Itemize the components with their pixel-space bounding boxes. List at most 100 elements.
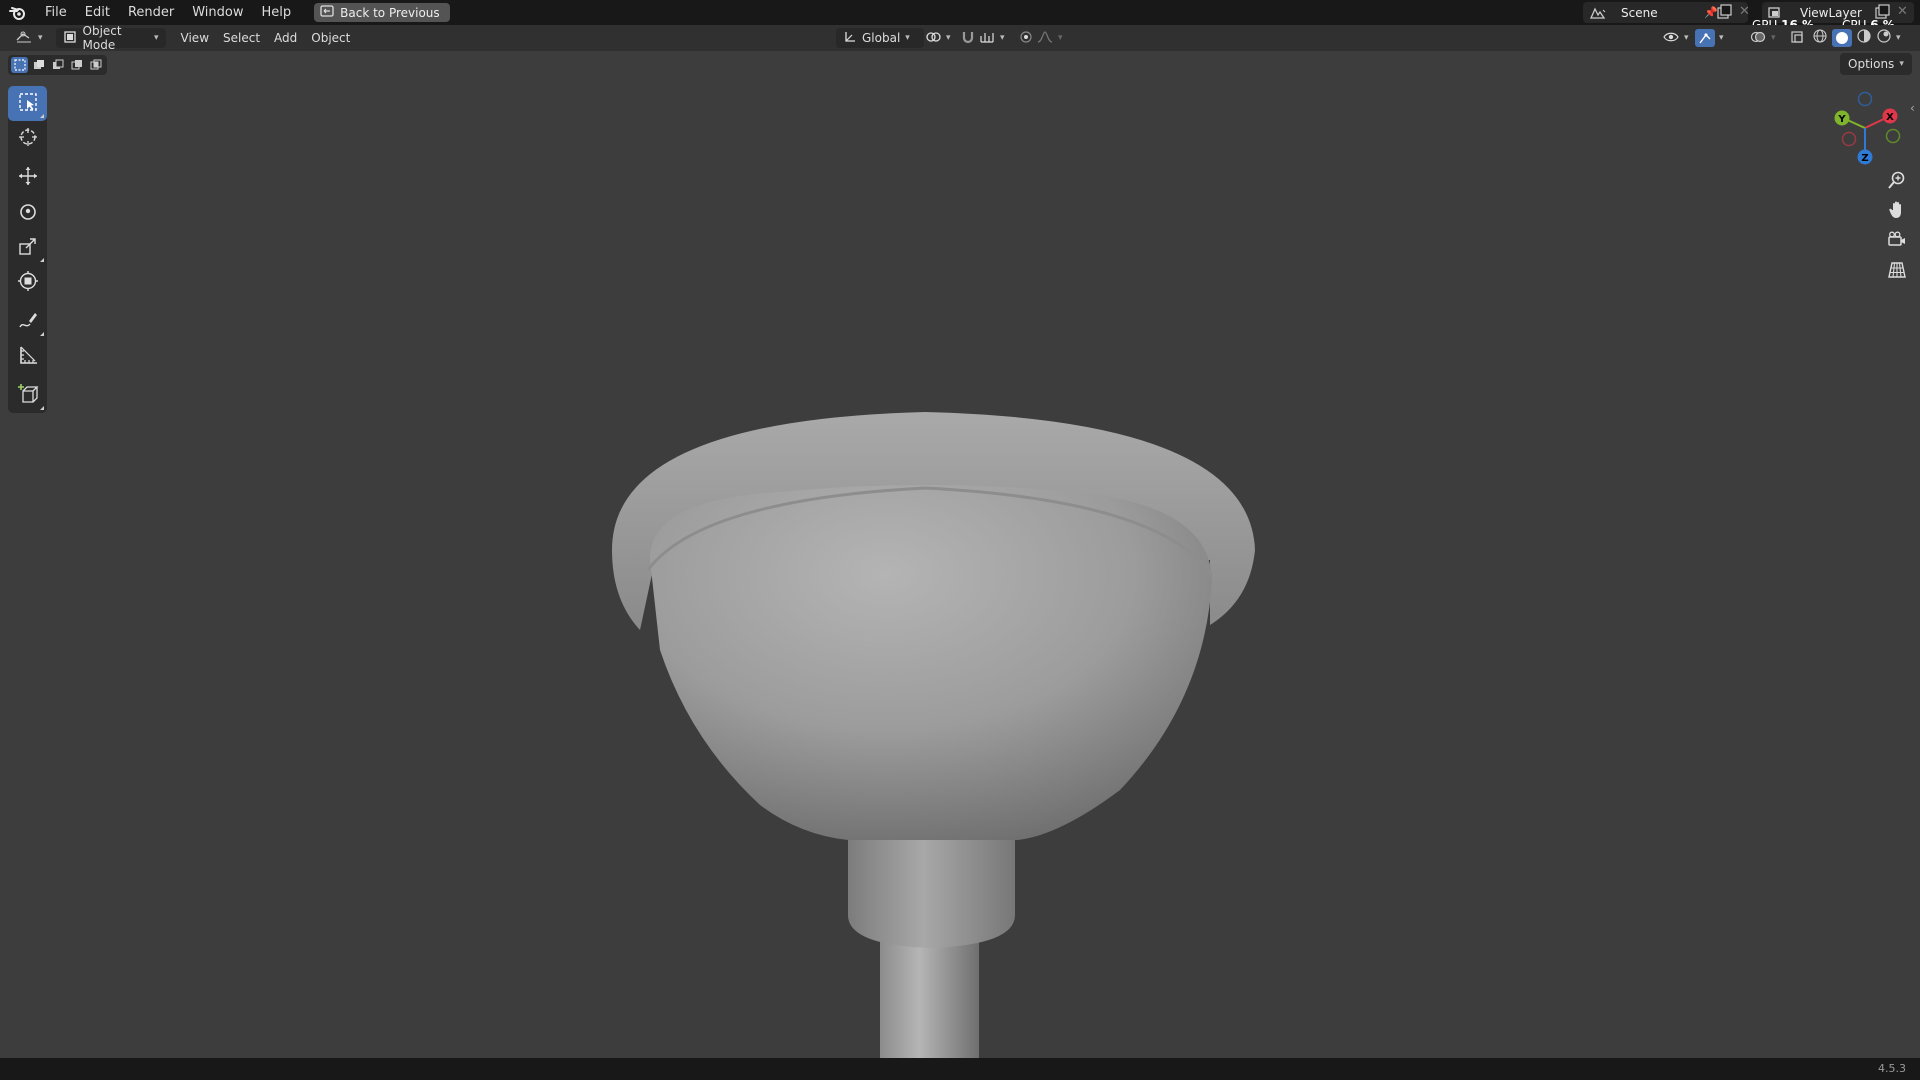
tool-variant-corner: [40, 258, 44, 262]
snap-target-dropdown[interactable]: ▾: [972, 28, 1012, 48]
select-box-tool[interactable]: [8, 86, 47, 121]
status-bar: 4.5.3: [0, 1058, 1920, 1080]
object-mode-icon: [63, 30, 77, 47]
transform-orientation-dropdown[interactable]: Global ▾: [836, 28, 924, 48]
perspective-toggle-button[interactable]: [1883, 258, 1911, 286]
neg-x-axis-handle[interactable]: [1841, 131, 1857, 147]
overlays-icon: [1750, 30, 1766, 47]
solid-shading-icon[interactable]: [1832, 29, 1852, 47]
xray-toggle[interactable]: [1788, 28, 1806, 48]
transform-icon: [17, 270, 39, 296]
zoom-magnifier-icon: [1887, 170, 1907, 194]
material-preview-icon[interactable]: [1856, 28, 1872, 48]
cursor-icon: [17, 126, 39, 152]
viewport-header: ▾ Object Mode ▾ View Select Add Object Gl…: [0, 24, 1920, 52]
cursor-tool[interactable]: [8, 121, 47, 156]
menu-render[interactable]: Render: [119, 0, 183, 25]
blender-logo-icon[interactable]: [0, 0, 36, 25]
rotate-icon: [17, 200, 39, 226]
xray-icon: [1790, 30, 1804, 47]
gizmo-icon: [1695, 29, 1715, 47]
pan-button[interactable]: [1883, 198, 1911, 226]
viewport-editor-icon: [15, 30, 33, 47]
falloff-curve-icon: [1037, 30, 1053, 47]
scale-icon: [17, 235, 39, 261]
orientation-axes-icon: [843, 30, 857, 47]
viewport-model[interactable]: [0, 51, 1920, 1058]
measure-ruler-icon: [17, 344, 39, 370]
menu-window[interactable]: Window: [183, 0, 252, 25]
scale-tool[interactable]: [8, 230, 47, 265]
chevron-down-icon: ▾: [154, 33, 159, 43]
chevron-down-icon: ▾: [905, 33, 910, 43]
editor-type-button[interactable]: ▾: [8, 28, 50, 48]
neck-shape: [848, 836, 1015, 948]
add-menu[interactable]: Add: [267, 28, 304, 48]
scene-icon: [1583, 6, 1613, 20]
rotate-tool[interactable]: [8, 195, 47, 230]
show-gizmo-toggle[interactable]: ▾: [1695, 28, 1724, 48]
object-visibility-dropdown[interactable]: ▾: [1656, 28, 1696, 48]
menu-edit[interactable]: Edit: [76, 0, 119, 25]
view-menu[interactable]: View: [174, 28, 216, 48]
snap-increment-icon: [979, 30, 995, 47]
delete-scene-icon[interactable]: ✕: [1739, 4, 1750, 19]
chevron-down-icon: ▾: [1684, 33, 1689, 43]
transform-tool[interactable]: [8, 265, 47, 300]
hand-icon: [1887, 200, 1907, 224]
tool-variant-corner: [40, 406, 44, 410]
camera-view-button[interactable]: [1883, 228, 1911, 256]
delete-view-layer-icon[interactable]: ✕: [1897, 4, 1908, 19]
measure-tool[interactable]: [8, 339, 47, 374]
eye-icon: [1663, 31, 1679, 46]
rendered-shading-icon[interactable]: [1876, 28, 1892, 48]
sidebar-toggle-chevron-icon[interactable]: ‹: [1910, 101, 1915, 115]
camera-icon: [1887, 230, 1907, 254]
top-menu-bar: File Edit Render Window Help Back to Pre…: [0, 0, 1920, 32]
menu-file[interactable]: File: [36, 0, 76, 25]
tool-variant-corner: [40, 114, 44, 118]
x-axis-label: X: [1886, 112, 1894, 123]
proportional-falloff-dropdown[interactable]: ▾: [1030, 28, 1070, 48]
z-axis-label: Z: [1861, 153, 1868, 164]
mode-dropdown[interactable]: Object Mode ▾: [55, 24, 166, 52]
mode-label: Object Mode: [82, 24, 122, 52]
back-screen-icon: [320, 5, 334, 20]
add-cube-tool[interactable]: [8, 378, 47, 413]
tool-bar: [8, 86, 47, 413]
pivot-point-button[interactable]: ▾: [918, 28, 958, 48]
version-label: 4.5.3: [1878, 1062, 1906, 1075]
neg-z-axis-handle[interactable]: [1857, 91, 1873, 107]
annotate-tool[interactable]: [8, 304, 47, 339]
chevron-down-icon: ▾: [38, 33, 43, 43]
chevron-down-icon: ▾: [1719, 33, 1724, 43]
annotate-pencil-icon: [17, 309, 39, 335]
shading-mode-group: ▾: [1812, 28, 1901, 48]
select-box-icon: [17, 91, 39, 117]
move-arrows-icon: [17, 165, 39, 191]
overlays-toggle[interactable]: ▾: [1743, 28, 1783, 48]
neg-y-axis-handle[interactable]: [1885, 128, 1901, 144]
scene-name: Scene: [1621, 5, 1658, 20]
chevron-down-icon: ▾: [1000, 33, 1005, 43]
object-menu[interactable]: Object: [304, 28, 357, 48]
chevron-down-icon: ▾: [1771, 33, 1776, 43]
move-tool[interactable]: [8, 160, 47, 195]
back-to-previous-button[interactable]: Back to Previous: [314, 3, 450, 22]
chevron-down-icon: ▾: [1058, 33, 1063, 43]
orientation-label: Global: [862, 31, 901, 45]
tool-variant-corner: [40, 332, 44, 336]
grid-perspective-icon: [1887, 260, 1907, 284]
chevron-down-icon[interactable]: ▾: [1896, 33, 1901, 43]
bowl-shape: [649, 485, 1212, 840]
navigation-gizmo[interactable]: X Y Z: [1822, 86, 1906, 170]
select-menu[interactable]: Select: [216, 28, 267, 48]
y-axis-label: Y: [1837, 114, 1846, 125]
zoom-button[interactable]: [1883, 168, 1911, 196]
new-scene-icon[interactable]: [1716, 4, 1732, 20]
add-cube-icon: [17, 383, 39, 409]
pivot-icon: [925, 30, 941, 47]
wireframe-shading-icon[interactable]: [1812, 28, 1828, 48]
menu-help[interactable]: Help: [253, 0, 301, 25]
chevron-down-icon: ▾: [946, 33, 951, 43]
